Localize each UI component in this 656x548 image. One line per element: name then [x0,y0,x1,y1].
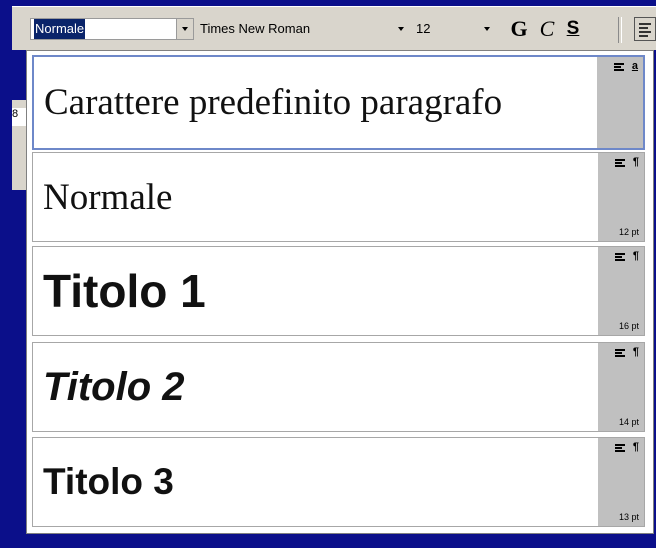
character-style-icon: a [631,60,638,72]
align-left-icon [615,444,625,452]
align-left-icon [615,253,625,261]
bold-button[interactable]: G [507,16,531,42]
align-left-icon [614,63,624,71]
style-dropdown-list: Carattere predefinito paragrafo a Normal… [26,50,654,534]
style-size: 13 pt [618,512,639,522]
align-left-icon [615,349,625,357]
style-item-label: Carattere predefinito paragrafo [44,82,503,123]
style-item-label: Titolo 3 [43,461,174,502]
style-item-info: ¶ 14 pt [598,343,644,431]
paragraph-mark-icon: ¶ [632,441,639,453]
italic-button[interactable]: C [535,16,559,42]
style-item-titolo-2[interactable]: Titolo 2 ¶ 14 pt [32,342,645,432]
paragraph-mark-icon: ¶ [632,156,639,168]
underline-button[interactable]: S [561,16,585,42]
style-item-titolo-1[interactable]: Titolo 1 ¶ 16 pt [32,246,645,336]
style-item-titolo-3[interactable]: Titolo 3 ¶ 13 pt [32,437,645,527]
style-size: 16 pt [618,321,639,331]
font-combo[interactable]: Times New Roman [196,18,410,40]
style-size: 12 pt [618,227,639,237]
font-size-combo[interactable]: 12 [412,18,496,40]
font-dropdown-arrow-icon[interactable] [393,19,409,39]
style-size: 14 pt [618,417,639,427]
style-combo[interactable]: Normale [30,18,194,40]
paragraph-mark-icon: ¶ [632,250,639,262]
style-item-label: Titolo 2 [43,364,185,409]
style-item-normale[interactable]: Normale ¶ 12 pt [32,152,645,242]
font-combo-value: Times New Roman [200,21,311,36]
style-item-info: a [597,57,643,148]
size-dropdown-arrow-icon[interactable] [479,19,495,39]
style-item-info: ¶ 12 pt [598,153,644,241]
style-item-info: ¶ 16 pt [598,247,644,335]
style-item-label: Normale [43,176,173,218]
style-item-default-paragraph-font[interactable]: Carattere predefinito paragrafo a [32,55,645,150]
toolbar-separator [618,17,622,43]
style-item-label: Titolo 1 [43,265,206,317]
align-left-icon [615,159,625,167]
font-size-value: 12 [416,21,431,36]
window-frame [0,0,12,548]
align-left-icon[interactable] [634,17,656,41]
style-item-info: ¶ 13 pt [598,438,644,526]
formatting-toolbar: Normale Times New Roman 12 G C S [12,6,656,50]
paragraph-mark-icon: ¶ [632,346,639,358]
style-combo-value: Normale [34,19,86,39]
style-dropdown-arrow-icon[interactable] [176,19,193,39]
